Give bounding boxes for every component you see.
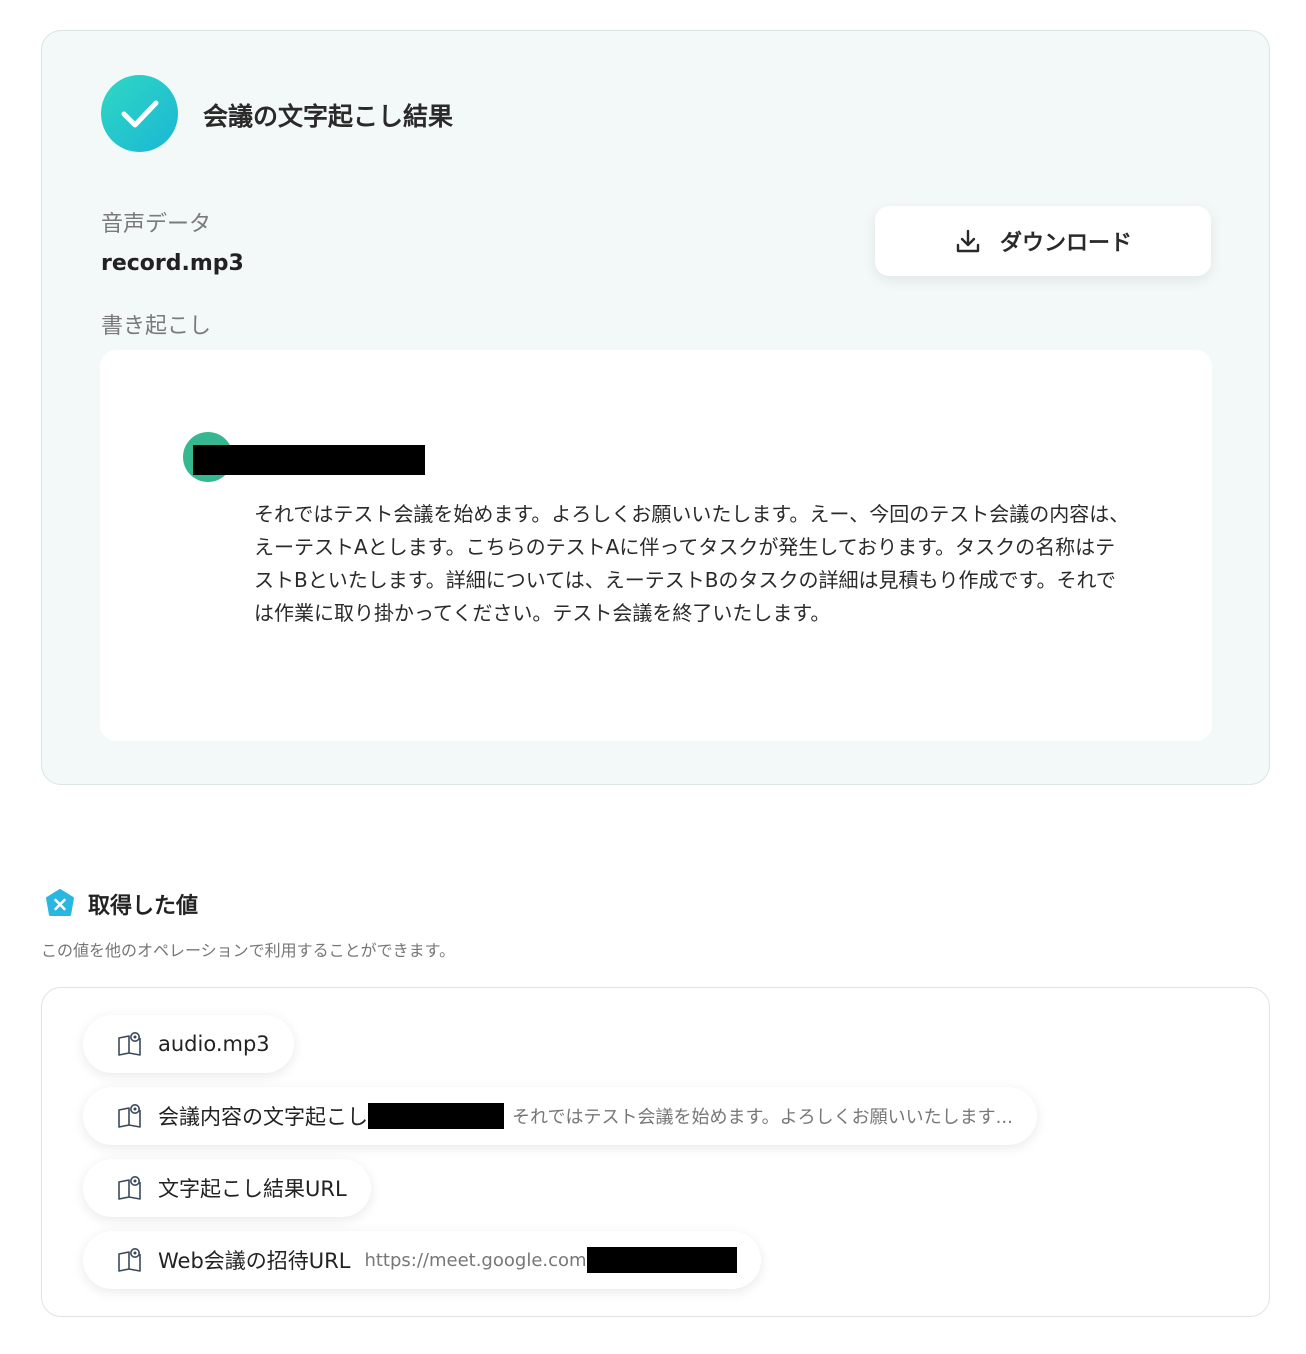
transcription-result-card: 会議の文字起こし結果 音声データ record.mp3 ダウンロード 書き起こし…: [41, 30, 1270, 785]
values-title: 取得した値: [88, 894, 199, 919]
transcript-text: それではテスト会議を始めます。よろしくお願いいたします。えー、今回のテスト会議の…: [254, 502, 1130, 625]
value-item-label: Web会議の招待URL: [158, 1249, 351, 1273]
download-button[interactable]: ダウンロード: [875, 206, 1211, 276]
speaker-name-redacted: [193, 445, 425, 475]
value-item-preview: https://meet.google.com: [364, 1249, 587, 1271]
value-item-label: 文字起こし結果URL: [158, 1177, 347, 1201]
download-icon: [956, 229, 980, 253]
result-title: 会議の文字起こし結果: [203, 102, 454, 131]
values-list: audio.mp3 会議内容の文字起こし それではテスト会議を始めます。よろしく…: [41, 987, 1270, 1317]
variable-icon: [46, 889, 74, 916]
transcript-label: 書き起こし: [101, 314, 212, 339]
value-item-label: audio.mp3: [158, 1032, 270, 1056]
download-button-label: ダウンロード: [999, 231, 1132, 256]
value-item-transcript[interactable]: 会議内容の文字起こし それではテスト会議を始めます。よろしくお願いいたします..…: [83, 1087, 1037, 1145]
check-icon: [101, 75, 178, 152]
transcript-box: それではテスト会議を始めます。よろしくお願いいたします。えー、今回のテスト会議の…: [100, 350, 1212, 741]
book-icon: [118, 1104, 141, 1128]
values-header: 取得した値: [44, 888, 198, 920]
book-icon: [118, 1248, 141, 1272]
value-item-preview: それではテスト会議を始めます。よろしくお願いいたします...: [512, 1107, 1013, 1128]
book-icon: [118, 1032, 141, 1056]
book-icon: [118, 1176, 141, 1200]
values-description: この値を他のオペレーションで利用することができます。: [41, 941, 456, 960]
value-item-label: 会議内容の文字起こし: [158, 1105, 368, 1129]
value-item-audio[interactable]: audio.mp3: [83, 1015, 294, 1073]
value-item-meeting-url[interactable]: Web会議の招待URL https://meet.google.com: [83, 1231, 761, 1289]
value-item-result-url[interactable]: 文字起こし結果URL: [83, 1159, 371, 1217]
redacted-block: [368, 1103, 504, 1129]
redacted-block: [586, 1247, 737, 1273]
audio-data-label: 音声データ: [101, 212, 212, 237]
audio-file-name: record.mp3: [101, 251, 244, 276]
